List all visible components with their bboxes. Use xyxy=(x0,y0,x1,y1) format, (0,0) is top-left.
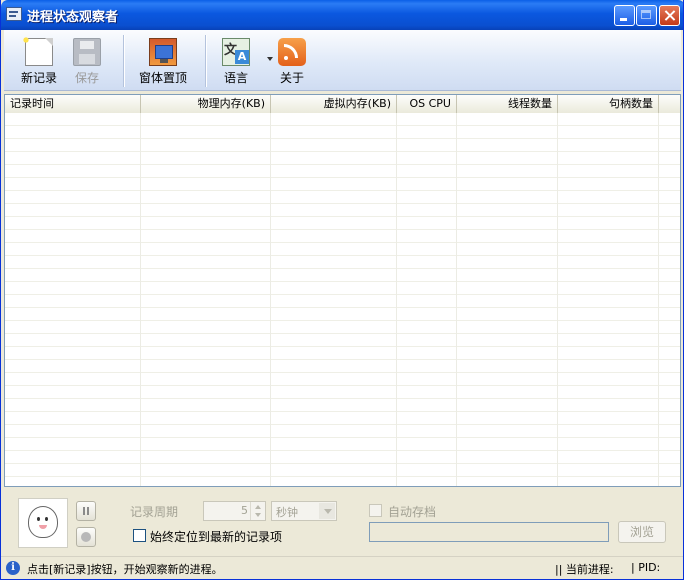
about-button[interactable]: 关于 xyxy=(273,36,311,86)
column-header-os-cpu[interactable]: OS CPU xyxy=(397,95,457,113)
list-header: 记录时间 物理内存(KB) 虚拟内存(KB) OS CPU 线程数量 句柄数量 xyxy=(5,95,680,114)
language-label: 语言 xyxy=(223,71,248,85)
rss-icon xyxy=(278,38,306,66)
pause-button[interactable] xyxy=(76,501,96,521)
pid-label: | PID: xyxy=(631,561,661,574)
info-icon: i xyxy=(6,561,20,575)
status-message: 点击[新记录]按钮，开始观察新的进程。 xyxy=(27,563,223,576)
list-rows xyxy=(5,113,680,486)
column-grid-line xyxy=(270,113,271,486)
toolbar-separator xyxy=(123,35,125,87)
new-record-label: 新记录 xyxy=(20,71,57,85)
window-pin-icon xyxy=(149,38,177,66)
always-locate-latest-checkbox[interactable] xyxy=(133,529,146,542)
record-period-label: 记录周期 xyxy=(130,505,179,519)
column-header-record-time[interactable]: 记录时间 xyxy=(5,95,141,113)
column-header-handle-count[interactable]: 句柄数量 xyxy=(558,95,659,113)
always-locate-latest-label: 始终定位到最新的记录项 xyxy=(150,530,283,544)
language-glyph-2: A xyxy=(235,50,249,64)
save-label: 保存 xyxy=(74,71,99,85)
archive-path-input[interactable] xyxy=(369,522,609,542)
browse-button[interactable]: 浏览 xyxy=(618,521,666,543)
column-header-physical-memory[interactable]: 物理内存(KB) xyxy=(141,95,271,113)
language-button[interactable]: 文 A 语言 xyxy=(216,36,256,86)
save-button[interactable]: 保存 xyxy=(64,36,110,86)
column-grid-line xyxy=(396,113,397,486)
floppy-disk-icon xyxy=(73,38,101,66)
minimize-button[interactable] xyxy=(614,5,635,26)
window-topmost-label: 窗体置顶 xyxy=(138,71,187,85)
mascot-avatar xyxy=(18,498,68,548)
chevron-down-icon[interactable] xyxy=(319,503,335,519)
mascot-face-icon xyxy=(28,506,58,538)
column-header-thread-count[interactable]: 线程数量 xyxy=(457,95,558,113)
language-icon: 文 A xyxy=(222,38,250,66)
record-list[interactable]: 记录时间 物理内存(KB) 虚拟内存(KB) OS CPU 线程数量 句柄数量 xyxy=(4,94,681,487)
column-header-virtual-memory[interactable]: 虚拟内存(KB) xyxy=(271,95,397,113)
toolbar-separator xyxy=(205,35,207,87)
close-button[interactable] xyxy=(659,5,680,26)
app-icon xyxy=(6,7,22,21)
period-unit-value: 秒钟 xyxy=(276,506,298,519)
stop-button[interactable] xyxy=(76,527,96,547)
toolbar: 新记录 保存 窗体置顶 文 A 语言 关于 xyxy=(4,30,681,91)
about-label: 关于 xyxy=(279,71,304,85)
title-bar[interactable]: 进程状态观察者 xyxy=(1,0,683,30)
period-unit-select[interactable]: 秒钟 xyxy=(271,501,337,521)
column-grid-line xyxy=(456,113,457,486)
record-period-value: 5 xyxy=(241,504,248,517)
main-window: 进程状态观察者 新记录 保存 窗体置顶 文 A 语言 关于 记录时间 物理内存(… xyxy=(0,0,684,580)
new-record-button[interactable]: 新记录 xyxy=(14,35,64,86)
spinner-arrows-icon[interactable] xyxy=(250,502,265,520)
column-grid-line xyxy=(557,113,558,486)
column-grid-line xyxy=(658,113,659,486)
column-grid-line xyxy=(140,113,141,486)
new-document-icon xyxy=(21,35,53,66)
status-bar: i 点击[新记录]按钮，开始观察新的进程。 || 当前进程: | PID: xyxy=(1,556,683,579)
record-period-spinner[interactable]: 5 xyxy=(203,501,266,521)
auto-save-label: 自动存档 xyxy=(388,505,437,519)
maximize-button[interactable] xyxy=(636,5,657,26)
window-topmost-button[interactable]: 窗体置顶 xyxy=(132,36,194,86)
auto-save-checkbox[interactable] xyxy=(369,504,382,517)
control-panel: 记录周期 5 秒钟 自动存档 始终定位到最新的记录项 浏览 xyxy=(4,490,681,556)
current-process-label: || 当前进程: xyxy=(555,563,614,576)
window-title: 进程状态观察者 xyxy=(27,10,119,25)
